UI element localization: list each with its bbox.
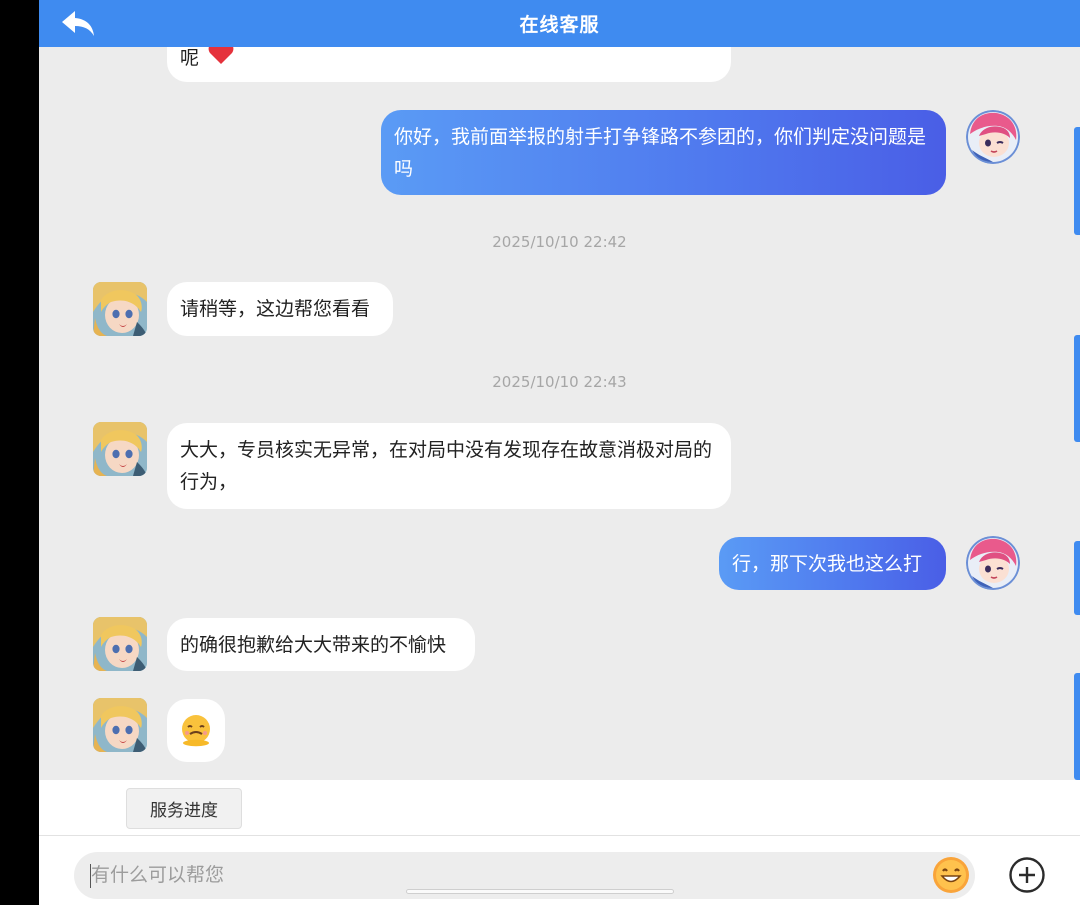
user-avatar[interactable] — [966, 536, 1020, 590]
timestamp: 2025/10/10 22:43 — [492, 373, 627, 391]
message-list[interactable]: 呢 你好，我前面举报的射手打争锋路不参团的，你们判定没问题是吗 2025/10/ — [39, 47, 1080, 780]
agent-message: 呢 — [167, 47, 731, 82]
home-indicator — [406, 889, 674, 894]
back-button[interactable] — [59, 7, 99, 39]
scroll-indicator[interactable] — [1074, 541, 1080, 615]
page-title: 在线客服 — [519, 14, 600, 36]
agent-message: 🫠 — [167, 699, 225, 762]
input-bar: 有什么可以帮您 — [39, 836, 1080, 905]
service-progress-button[interactable]: 服务进度 — [126, 788, 242, 829]
message-text: 请稍等，这边帮您看看 — [180, 298, 371, 320]
scroll-indicator[interactable] — [1074, 673, 1080, 780]
heart-icon — [207, 47, 235, 75]
user-message: 你好，我前面举报的射手打争锋路不参团的，你们判定没问题是吗 — [381, 110, 946, 195]
agent-avatar[interactable] — [93, 617, 147, 671]
plus-circle-icon — [1009, 857, 1045, 893]
melting-face-icon — [182, 715, 210, 747]
timestamp: 2025/10/10 22:42 — [492, 233, 627, 251]
message-text: 行，那下次我也这么打 — [732, 553, 923, 575]
scroll-indicator[interactable] — [1074, 127, 1080, 235]
message-text: 大大，专员核实无异常，在对局中没有发现存在故意消极对局的行为， — [180, 439, 713, 493]
more-button[interactable] — [1008, 856, 1046, 894]
user-message: 行，那下次我也这么打 — [719, 537, 946, 590]
top-bar: 在线客服 — [39, 0, 1080, 47]
agent-message: 请稍等，这边帮您看看 — [167, 282, 393, 336]
agent-avatar[interactable] — [93, 282, 147, 336]
quick-action-bar: 服务进度 — [39, 780, 1080, 836]
agent-message: 大大，专员核实无异常，在对局中没有发现存在故意消极对局的行为， — [167, 423, 731, 509]
message-text: 你好，我前面举报的射手打争锋路不参团的，你们判定没问题是吗 — [394, 126, 927, 180]
message-text: 的确很抱歉给大大带来的不愉快 — [180, 634, 447, 656]
agent-avatar[interactable] — [93, 698, 147, 752]
back-arrow-icon — [62, 11, 94, 36]
message-text: 呢 — [180, 47, 200, 69]
input-placeholder: 有什么可以帮您 — [91, 864, 225, 886]
scroll-indicator[interactable] — [1074, 335, 1080, 442]
agent-avatar[interactable] — [93, 422, 147, 476]
emoji-icon — [933, 857, 969, 893]
agent-message: 的确很抱歉给大大带来的不愉快 — [167, 618, 475, 671]
emoji-button[interactable] — [932, 856, 970, 894]
chat-screen: 在线客服 呢 你好，我前面举报的射手打争锋路不参团的，你们判定没问题是吗 202… — [39, 0, 1080, 905]
user-avatar[interactable] — [966, 110, 1020, 164]
